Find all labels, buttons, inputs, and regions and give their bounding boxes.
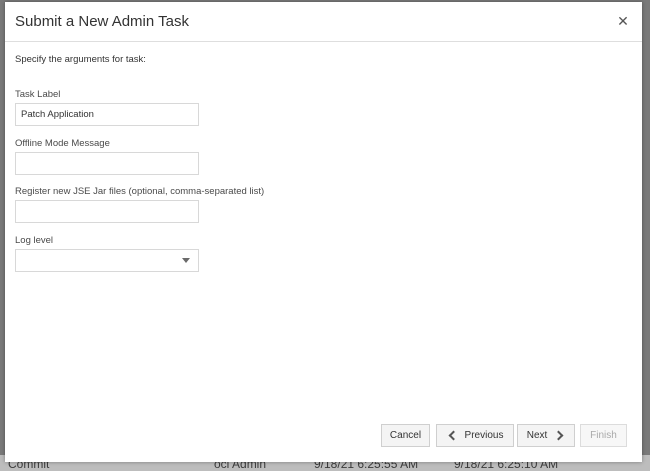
chevron-left-icon xyxy=(448,430,458,441)
dialog-title: Submit a New Admin Task xyxy=(15,13,189,30)
chevron-down-icon xyxy=(182,258,190,263)
next-button[interactable]: Next xyxy=(517,424,575,447)
jar-files-label: Register new JSE Jar files (optional, co… xyxy=(15,186,265,197)
finish-button[interactable]: Finish xyxy=(580,424,627,447)
chevron-right-icon xyxy=(553,430,564,441)
admin-task-dialog: Submit a New Admin Task ✕ Specify the ar… xyxy=(5,2,642,462)
jar-files-input[interactable] xyxy=(15,200,199,223)
log-level-label: Log level xyxy=(15,235,54,246)
instructions-text: Specify the arguments for task: xyxy=(15,54,146,65)
cancel-button[interactable]: Cancel xyxy=(381,424,430,447)
dialog-header: Submit a New Admin Task ✕ xyxy=(5,2,642,42)
task-label-input[interactable]: Patch Application xyxy=(15,103,199,126)
task-label-label: Task Label xyxy=(15,89,61,100)
finish-button-label: Finish xyxy=(590,430,617,441)
next-button-label: Next xyxy=(526,430,548,441)
previous-button-label: Previous xyxy=(464,430,504,441)
close-icon[interactable]: ✕ xyxy=(616,14,630,28)
offline-message-input[interactable] xyxy=(15,152,199,175)
log-level-select[interactable] xyxy=(15,249,199,272)
previous-button[interactable]: Previous xyxy=(436,424,514,447)
offline-message-label: Offline Mode Message xyxy=(15,138,110,149)
cancel-button-label: Cancel xyxy=(389,430,422,441)
